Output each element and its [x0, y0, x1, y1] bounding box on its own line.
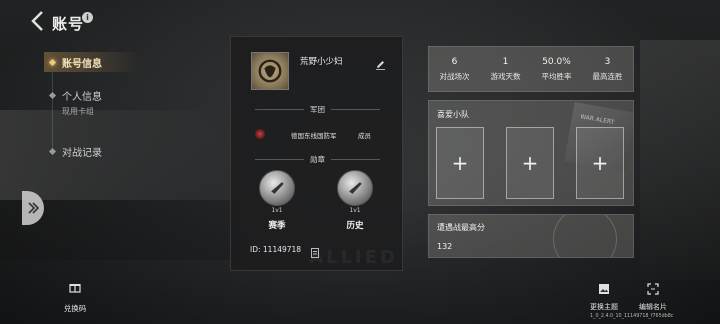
stat-days: 1 游戏天数 — [480, 47, 531, 91]
stat-winrate: 50.0% 平均胜率 — [531, 47, 582, 91]
profile-card: 荒野小少妇 军团 德国东线国防军 成员 勋章 1v1 1v1 赛季 历史 ID:… — [230, 36, 403, 271]
add-squad-slot-button[interactable]: + — [436, 127, 484, 199]
redeem-code-button[interactable]: 兑换码 — [58, 278, 92, 314]
stat-label: 对战场次 — [439, 72, 470, 81]
nav-item-label: 账号信息 — [62, 58, 102, 70]
lion-emblem-icon — [258, 59, 282, 83]
legion-section-header: 军团 — [249, 104, 386, 114]
edit-card-label: 编辑名片 — [639, 303, 667, 311]
avatar[interactable] — [251, 52, 289, 90]
nav-item-account-info[interactable]: 账号信息 — [44, 52, 140, 72]
nav-subitem-current-deck[interactable]: 现用卡组 — [62, 106, 94, 117]
stat-label: 游戏天数 — [490, 72, 521, 81]
gift-icon — [69, 284, 81, 293]
gauge-decoration — [553, 215, 617, 257]
season-medal-label: 赛季 — [268, 221, 286, 231]
stats-panel: 6 对战场次 1 游戏天数 50.0% 平均胜率 3 最高连胜 — [428, 46, 634, 92]
legion-name[interactable]: 德国东线国防军 — [291, 130, 337, 140]
stat-value: 6 — [451, 57, 458, 67]
skirmish-high-score-panel: 遭遇战最高分 132 — [428, 214, 634, 258]
edit-card-button[interactable]: 编辑名片 — [634, 280, 672, 312]
skirmish-title: 遭遇战最高分 — [437, 223, 485, 232]
medal-section-header: 勋章 — [249, 154, 386, 164]
squad-title: 喜爱小队 — [437, 110, 469, 119]
history-medal-icon[interactable] — [337, 170, 373, 206]
add-squad-slot-button[interactable]: + — [576, 127, 624, 199]
scan-frame-icon — [647, 283, 659, 295]
info-icon[interactable]: i — [82, 12, 93, 23]
version-text: 1_0_2.4.0_10_11149718_f765db8c — [590, 314, 674, 319]
card-watermark: ALLIED — [309, 247, 398, 268]
nav-item-personal-info[interactable]: 个人信息 — [48, 88, 102, 103]
diamond-icon — [48, 58, 57, 66]
edit-pencil-icon[interactable] — [375, 55, 386, 70]
change-theme-label: 更换主题 — [590, 303, 618, 311]
favorite-squad-panel: WAR ALERT 喜爱小队 + + + — [428, 100, 634, 206]
nav-item-battle-record[interactable]: 对战记录 — [48, 144, 102, 159]
stat-value: 50.0% — [542, 57, 571, 67]
medal-mode-label: 1v1 — [349, 207, 361, 214]
nav-item-label: 个人信息 — [62, 92, 102, 103]
stat-label: 最高连胜 — [592, 72, 623, 81]
stat-win-streak: 3 最高连胜 — [582, 47, 633, 91]
double-chevron-right-icon — [28, 202, 40, 214]
skirmish-score: 132 — [437, 242, 453, 251]
nav-item-label: 对战记录 — [62, 148, 102, 159]
season-medal-icon[interactable] — [259, 170, 295, 206]
legion-emblem-icon — [255, 129, 265, 139]
redeem-code-label: 兑换码 — [63, 304, 87, 313]
player-name: 荒野小少妇 — [300, 57, 343, 67]
back-icon[interactable] — [28, 10, 48, 32]
history-medal-label: 历史 — [346, 221, 364, 231]
image-icon — [599, 284, 609, 294]
background-scene — [640, 40, 720, 280]
diamond-icon — [48, 147, 57, 156]
stat-label: 平均胜率 — [541, 72, 572, 81]
diamond-icon — [48, 91, 57, 100]
change-theme-button[interactable]: 更换主题 — [585, 280, 623, 312]
background-scene — [0, 110, 240, 200]
medal-mode-label: 1v1 — [271, 207, 283, 214]
stat-value: 3 — [604, 57, 611, 67]
stat-value: 1 — [502, 57, 509, 67]
nav-divider — [52, 72, 53, 152]
add-squad-slot-button[interactable]: + — [506, 127, 554, 199]
stat-battles: 6 对战场次 — [429, 47, 480, 91]
legion-role: 成员 — [358, 132, 371, 140]
page-title: 账号 — [52, 15, 85, 33]
player-id: ID: 11149718 — [250, 245, 302, 254]
